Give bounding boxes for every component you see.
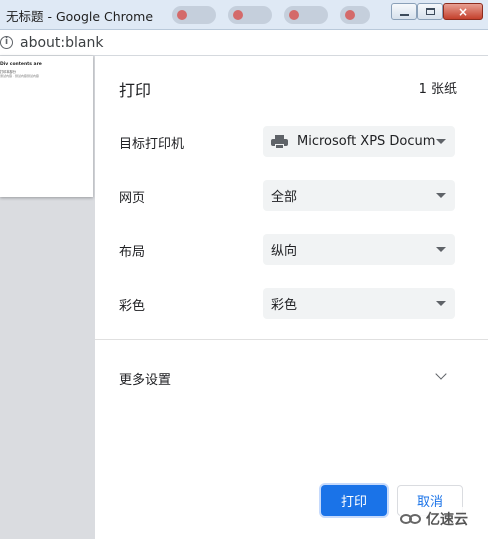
panel-title: 打印 [119,81,152,100]
pages-value: 全部 [271,190,298,205]
preview-text-line: 测试内容 · 测试内容测试内容 [0,74,39,78]
more-settings-toggle[interactable]: 更多设置 [95,356,488,398]
watermark-text: 亿速云 [426,512,468,528]
preview-page: Div contents are 打印本部分 测试内容 · 测试内容测试内容 [0,56,93,197]
url-text[interactable]: about:blank [20,35,103,51]
destination-select[interactable]: Microsoft XPS Docum [263,126,455,157]
layout-select[interactable]: 纵向 [263,234,455,265]
tab-favicon-icon [177,10,187,20]
chevron-down-icon [435,368,447,380]
dropdown-arrow-icon [436,301,446,306]
close-icon: × [457,4,469,19]
printer-icon [271,134,288,150]
layout-value: 纵向 [271,244,298,259]
tab-favicon-icon [345,10,355,20]
window-titlebar: 无标题 - Google Chrome × [0,0,488,30]
background-tab[interactable] [340,6,370,24]
pages-select[interactable]: 全部 [263,180,455,211]
close-button[interactable]: × [443,3,483,20]
watermark: 亿速云 [400,507,484,531]
destination-value: Microsoft XPS Docum [297,134,436,149]
color-value: 彩色 [271,298,298,313]
sheet-count: 1 张纸 [418,82,457,97]
minimize-icon [399,13,409,16]
print-preview-area: Div contents are 打印本部分 测试内容 · 测试内容测试内容 [0,56,95,539]
tab-favicon-icon [289,10,299,20]
maximize-icon [425,8,435,15]
print-button[interactable]: 打印 [321,485,387,516]
layout-label: 布局 [119,245,146,260]
tab-favicon-icon [233,10,243,20]
info-icon[interactable]: i [0,36,13,49]
divider [95,339,488,340]
preview-heading: Div contents are [0,62,42,67]
dropdown-arrow-icon [436,193,446,198]
destination-label: 目标打印机 [119,137,185,152]
background-tab[interactable] [228,6,272,24]
color-select[interactable]: 彩色 [263,288,455,319]
minimize-button[interactable] [391,3,417,20]
maximize-button[interactable] [417,3,443,20]
background-tab[interactable] [284,6,328,24]
background-tabs [172,6,380,24]
dropdown-arrow-icon [436,247,446,252]
pages-label: 网页 [119,191,146,206]
dropdown-arrow-icon [436,139,446,144]
more-settings-label: 更多设置 [119,373,172,388]
window-title: 无标题 - Google Chrome [6,9,154,24]
color-label: 彩色 [119,299,146,314]
watermark-logo-icon [400,512,422,526]
print-settings-panel: 打印 1 张纸 目标打印机 Microsoft XPS Docum 网页 全部 … [95,56,488,539]
background-tab[interactable] [172,6,216,24]
address-bar[interactable]: i about:blank [0,30,488,56]
